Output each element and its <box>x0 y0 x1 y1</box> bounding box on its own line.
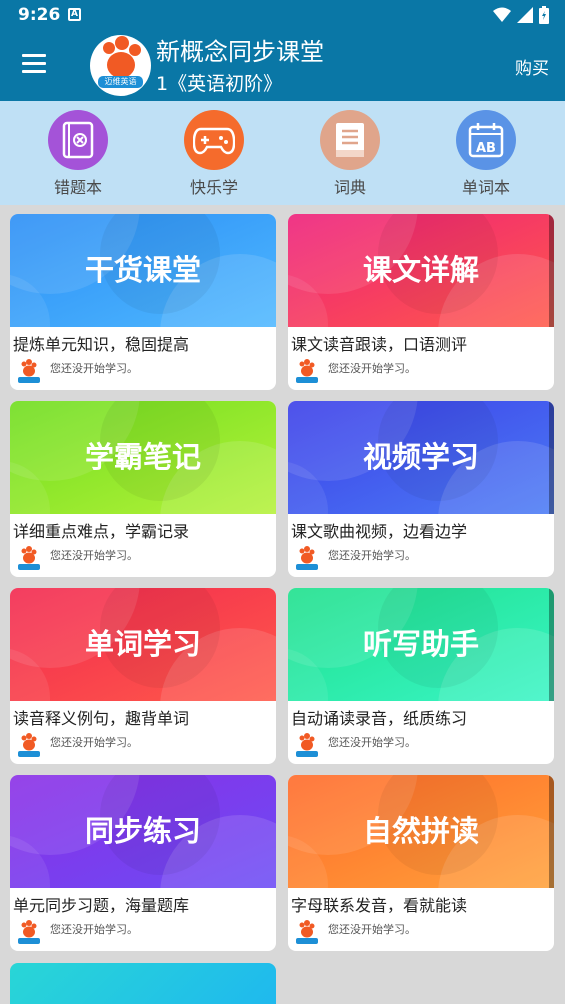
quick-action-label: 错题本 <box>53 178 102 197</box>
card-status: 您还没开始学习。 <box>50 549 138 562</box>
card-status: 您还没开始学习。 <box>50 362 138 375</box>
card-title: 单词学习 <box>84 627 201 661</box>
status-time: 9:26 <box>18 5 61 25</box>
card-description: 课文读音跟读，口语测评 <box>291 335 468 354</box>
card-description: 单元同步习题，海量题库 <box>13 896 190 915</box>
mini-logo-icon <box>294 546 320 572</box>
card-video-learning[interactable]: 视频学习 课文歌曲视频，边看边学 您还没开始学习。 <box>288 401 554 577</box>
notification-icon: A <box>68 8 81 21</box>
card-description: 详细重点难点，学霸记录 <box>13 522 190 541</box>
buy-button[interactable]: 购买 <box>515 54 549 79</box>
card-status: 您还没开始学习。 <box>328 549 416 562</box>
wifi-icon <box>493 7 511 22</box>
card-description: 字母联系发音，看就能读 <box>291 896 468 915</box>
app-logo: 迈维英语 <box>90 35 151 96</box>
card-description: 课文歌曲视频，边看边学 <box>291 522 468 541</box>
mini-logo-icon <box>294 359 320 385</box>
mini-logo-icon <box>294 920 320 946</box>
card-partial-next[interactable] <box>10 963 276 1004</box>
status-bar: 9:26 A <box>0 0 565 32</box>
logo-badge-text: 迈维英语 <box>104 77 137 86</box>
card-title: 课文详解 <box>362 253 479 287</box>
quick-actions-bar: 错题本 快乐学 词典 AB 单词本 <box>0 101 565 205</box>
mini-logo-icon <box>294 733 320 759</box>
app-subtitle: 1《英语初阶》 <box>156 73 283 95</box>
app-title: 新概念同步课堂 <box>156 38 324 66</box>
card-text-explanation[interactable]: 课文详解 课文读音跟读，口语测评 您还没开始学习。 <box>288 214 554 390</box>
card-title: 自然拼读 <box>362 814 479 848</box>
mini-logo-icon <box>16 920 42 946</box>
card-status: 您还没开始学习。 <box>328 736 416 749</box>
card-natural-phonics[interactable]: 自然拼读 字母联系发音，看就能读 您还没开始学习。 <box>288 775 554 951</box>
battery-icon <box>539 6 549 24</box>
card-title: 同步练习 <box>84 814 201 848</box>
book-icon <box>320 110 380 170</box>
card-top-student-notes[interactable]: 学霸笔记 详细重点难点，学霸记录 您还没开始学习。 <box>10 401 276 577</box>
gamepad-icon <box>184 110 244 170</box>
mini-logo-icon <box>16 359 42 385</box>
quick-action-word-book[interactable]: AB 单词本 <box>431 110 541 198</box>
menu-icon <box>22 54 46 57</box>
card-status: 您还没开始学习。 <box>328 362 416 375</box>
quick-action-label: 词典 <box>333 178 366 197</box>
card-description: 读音释义例句，趣背单词 <box>13 709 190 728</box>
quick-action-happy-learn[interactable]: 快乐学 <box>159 110 269 198</box>
card-dictation-assistant[interactable]: 听写助手 自动诵读录音，纸质练习 您还没开始学习。 <box>288 588 554 764</box>
card-status: 您还没开始学习。 <box>50 923 138 936</box>
mini-logo-icon <box>16 733 42 759</box>
svg-text:AB: AB <box>476 141 496 156</box>
signal-icon <box>517 7 533 23</box>
calendar-ab-icon: AB <box>456 110 516 170</box>
card-word-learning[interactable]: 单词学习 读音释义例句，趣背单词 您还没开始学习。 <box>10 588 276 764</box>
card-status: 您还没开始学习。 <box>50 736 138 749</box>
menu-button[interactable] <box>22 54 48 76</box>
quick-action-label: 单词本 <box>461 178 510 197</box>
card-title: 干货课堂 <box>84 253 201 287</box>
quick-action-label: 快乐学 <box>189 178 238 197</box>
app-bar: 迈维英语 新概念同步课堂 1《英语初阶》 购买 <box>0 32 565 101</box>
quick-action-dictionary[interactable]: 词典 <box>295 110 405 198</box>
card-sync-practice[interactable]: 同步练习 单元同步习题，海量题库 您还没开始学习。 <box>10 775 276 951</box>
card-status: 您还没开始学习。 <box>328 923 416 936</box>
card-description: 提炼单元知识，稳固提高 <box>13 335 190 354</box>
card-description: 自动诵读录音，纸质练习 <box>291 709 468 728</box>
card-title: 视频学习 <box>362 440 479 474</box>
status-icons <box>493 6 549 24</box>
card-title: 学霸笔记 <box>84 440 201 474</box>
quick-action-wrong-book[interactable]: 错题本 <box>23 110 133 198</box>
card-dry-goods-class[interactable]: 干货课堂 提炼单元知识，稳固提高 您还没开始学习。 <box>10 214 276 390</box>
wrong-book-icon <box>48 110 108 170</box>
card-title: 听写助手 <box>362 627 479 661</box>
mini-logo-icon <box>16 546 42 572</box>
